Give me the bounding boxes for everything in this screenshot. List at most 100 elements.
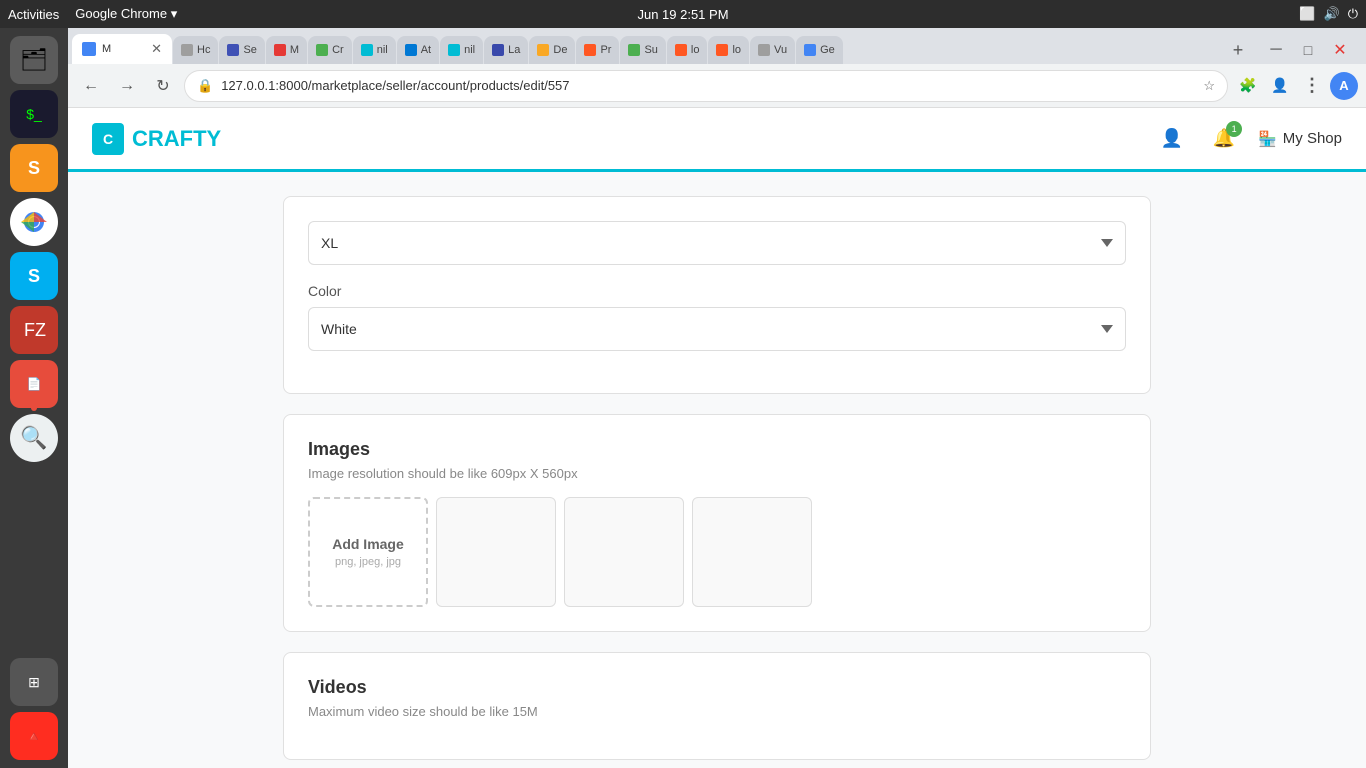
- app-header: C CRAFTY 👤 🔔 1 🏪 My Shop: [68, 108, 1366, 172]
- activities-label[interactable]: Activities: [8, 7, 59, 22]
- tab-favicon: [227, 44, 239, 56]
- add-image-formats: png, jpeg, jpg: [335, 556, 401, 568]
- back-btn[interactable]: ←: [76, 71, 106, 101]
- my-shop-btn[interactable]: 🏪 My Shop: [1258, 130, 1342, 148]
- tab-favicon: [716, 44, 728, 56]
- os-dock: 🗂 $_ S S FZ 📄 🔍 ⊞ 🔺: [0, 28, 68, 768]
- search-icon[interactable]: 🔍: [10, 414, 58, 462]
- logo-text: CRAFTY: [132, 126, 221, 152]
- images-title: Images: [308, 439, 1126, 460]
- address-text: 127.0.0.1:8000/marketplace/seller/accoun…: [221, 78, 1195, 93]
- tab-close-btn[interactable]: ✕: [151, 41, 162, 57]
- close-btn[interactable]: ✕: [1326, 36, 1354, 64]
- profiles-btn[interactable]: 👤: [1266, 72, 1294, 100]
- size-group: XS S M L XL XXL: [308, 221, 1126, 265]
- datetime-label: Jun 19 2:51 PM: [637, 7, 728, 22]
- inactive-tab[interactable]: De: [529, 36, 575, 64]
- inactive-tab[interactable]: Su: [620, 36, 665, 64]
- address-bar[interactable]: 🔒 127.0.0.1:8000/marketplace/seller/acco…: [184, 70, 1228, 102]
- svg-text:FZ: FZ: [24, 320, 46, 340]
- new-tab-button[interactable]: +: [1224, 36, 1252, 64]
- inactive-tab[interactable]: Pr: [576, 36, 619, 64]
- color-label: Color: [308, 283, 1126, 299]
- sublime-icon[interactable]: S: [10, 144, 58, 192]
- inactive-tab[interactable]: nil: [353, 36, 396, 64]
- user-icon-btn[interactable]: 👤: [1154, 121, 1190, 157]
- my-shop-label: My Shop: [1283, 130, 1342, 147]
- files-icon[interactable]: 🗂: [10, 36, 58, 84]
- color-group: Color White Black Red Blue Green Yellow: [308, 283, 1126, 351]
- reader-icon[interactable]: 📄: [10, 360, 58, 408]
- network-icon: ⬜: [1299, 6, 1315, 22]
- inactive-tab[interactable]: Vu: [750, 36, 795, 64]
- browser-window: M ✕ Hc Se M Cr nil At nil: [68, 28, 1366, 768]
- notification-btn[interactable]: 🔔 1: [1206, 121, 1242, 157]
- browser-navbar: ← → ↻ 🔒 127.0.0.1:8000/marketplace/selle…: [68, 64, 1366, 108]
- nav-actions: 🧩 👤 ⋮ A: [1234, 72, 1358, 100]
- tab-favicon: [405, 44, 417, 56]
- terminal-icon[interactable]: $_: [10, 90, 58, 138]
- skype-icon[interactable]: S: [10, 252, 58, 300]
- inactive-tab[interactable]: La: [484, 36, 528, 64]
- videos-title: Videos: [308, 677, 1126, 698]
- inactive-tab[interactable]: Se: [219, 36, 264, 64]
- main-content: XS S M L XL XXL Color White Black Red: [267, 172, 1167, 768]
- grid-icon[interactable]: ⊞: [10, 658, 58, 706]
- images-subtitle: Image resolution should be like 609px X …: [308, 466, 1126, 481]
- image-placeholder-1: [436, 497, 556, 607]
- add-image-btn[interactable]: Add Image png, jpeg, jpg: [308, 497, 428, 607]
- chrome-icon[interactable]: [10, 198, 58, 246]
- logo-icon: C: [92, 123, 124, 155]
- reload-btn[interactable]: ↻: [148, 71, 178, 101]
- minimize-btn[interactable]: ─: [1262, 36, 1290, 64]
- forward-btn[interactable]: →: [112, 71, 142, 101]
- bookmark-icon[interactable]: ☆: [1203, 78, 1215, 94]
- tab-favicon: [274, 44, 286, 56]
- inactive-tab[interactable]: At: [397, 36, 439, 64]
- image-placeholder-3: [692, 497, 812, 607]
- extensions-btn[interactable]: 🧩: [1234, 72, 1262, 100]
- notification-badge: 1: [1226, 121, 1242, 137]
- lock-icon: 🔒: [197, 78, 213, 94]
- inactive-tab[interactable]: Ge: [796, 36, 843, 64]
- add-image-label: Add Image: [332, 536, 404, 552]
- tab-favicon: [316, 44, 328, 56]
- color-select[interactable]: White Black Red Blue Green Yellow: [308, 307, 1126, 351]
- inactive-tab[interactable]: M: [266, 36, 307, 64]
- size-select[interactable]: XS S M L XL XXL: [308, 221, 1126, 265]
- inactive-tab[interactable]: nil: [440, 36, 483, 64]
- videos-card: Videos Maximum video size should be like…: [283, 652, 1151, 760]
- active-tab[interactable]: M ✕: [72, 34, 172, 64]
- tab-favicon: [758, 44, 770, 56]
- header-right: 👤 🔔 1 🏪 My Shop: [1154, 121, 1342, 157]
- filezilla-icon[interactable]: FZ: [10, 306, 58, 354]
- power-icon: ⏻: [1348, 6, 1358, 22]
- tab-favicon: [448, 44, 460, 56]
- maximize-btn[interactable]: □: [1294, 36, 1322, 64]
- inactive-tab[interactable]: Hc: [173, 36, 218, 64]
- tab-favicon: [628, 44, 640, 56]
- image-placeholder-2: [564, 497, 684, 607]
- browser-tabs-bar: M ✕ Hc Se M Cr nil At nil: [68, 28, 1366, 64]
- tab-favicon: [492, 44, 504, 56]
- sound-icon: 🔊: [1324, 6, 1340, 22]
- image-grid: Add Image png, jpeg, jpg: [308, 497, 1126, 607]
- tab-favicon: [675, 44, 687, 56]
- inactive-tab[interactable]: Cr: [308, 36, 352, 64]
- menu-btn[interactable]: ⋮: [1298, 72, 1326, 100]
- inactive-tab[interactable]: lo: [667, 36, 708, 64]
- laravel-icon[interactable]: 🔺: [10, 712, 58, 760]
- tab-favicon: [181, 44, 193, 56]
- tab-favicon: [361, 44, 373, 56]
- tab-favicon: [584, 44, 596, 56]
- size-color-card: XS S M L XL XXL Color White Black Red: [283, 196, 1151, 394]
- os-topbar: Activities Google Chrome ▾ Jun 19 2:51 P…: [0, 0, 1366, 28]
- videos-subtitle: Maximum video size should be like 15M: [308, 704, 1126, 719]
- tab-favicon: [82, 42, 96, 56]
- tab-favicon: [804, 44, 816, 56]
- active-app-label: Google Chrome ▾: [75, 6, 177, 22]
- inactive-tab[interactable]: lo: [708, 36, 749, 64]
- page-content: C CRAFTY 👤 🔔 1 🏪 My Shop: [68, 108, 1366, 768]
- app-logo: C CRAFTY: [92, 123, 221, 155]
- profile-avatar[interactable]: A: [1330, 72, 1358, 100]
